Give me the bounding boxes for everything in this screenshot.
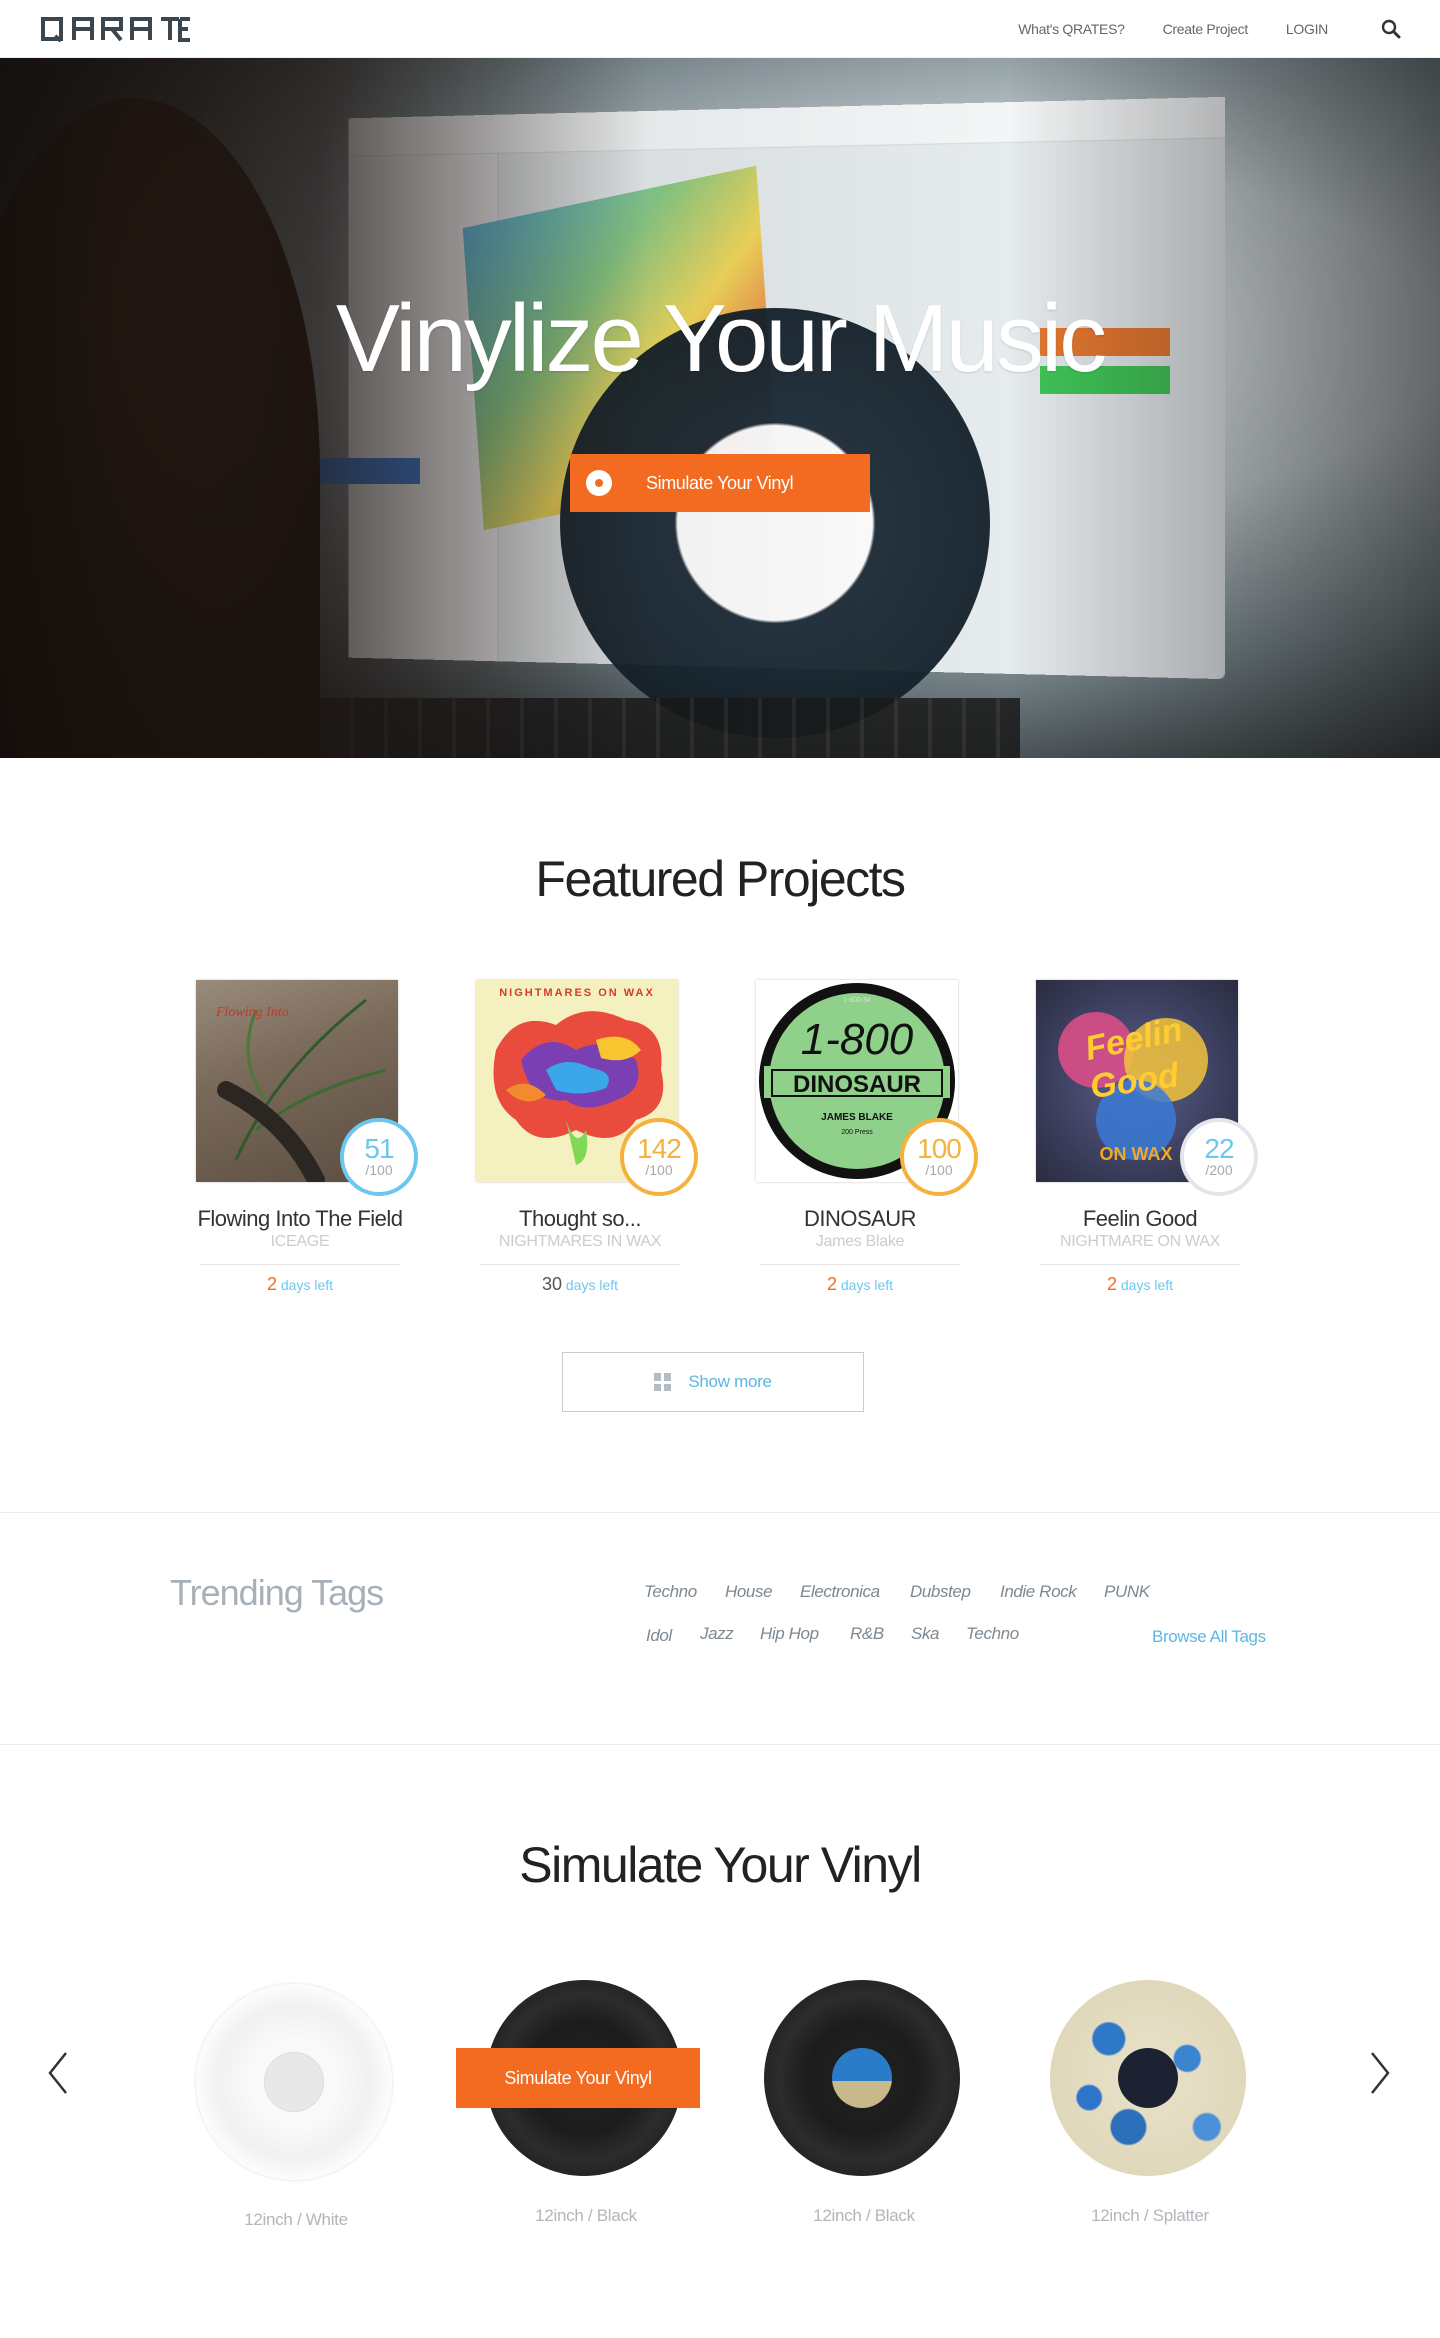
project-artist: James Blake <box>815 1233 905 1250</box>
preorder-counter: 142 /100 <box>620 1118 698 1196</box>
preorder-counter: 100 /100 <box>900 1118 978 1196</box>
divider <box>480 1264 680 1265</box>
days-left: 30 days left <box>420 1274 740 1295</box>
svg-text:DINOSAUR: DINOSAUR <box>793 1071 921 1098</box>
logo-mark <box>41 17 190 42</box>
days-left: 2 days left <box>140 1274 460 1295</box>
counter-total: /100 <box>925 1162 953 1178</box>
tag-link[interactable]: Electronica <box>800 1582 880 1602</box>
days-left-number: 2 <box>826 1274 837 1294</box>
tag-link[interactable]: Idol <box>646 1626 672 1646</box>
counter-value: 51 <box>364 1133 394 1164</box>
vinyl-caption: 12inch / White <box>244 2210 348 2229</box>
preorder-counter: 22 /200 <box>1180 1118 1258 1196</box>
tag-link[interactable]: PUNK <box>1104 1582 1150 1602</box>
days-left-label: days left <box>840 1277 894 1293</box>
days-left-number: 2 <box>1106 1274 1117 1294</box>
svg-text:1-800-84: 1-800-84 <box>843 997 871 1004</box>
hero-simulate-button[interactable]: Simulate Your Vinyl <box>570 454 870 512</box>
simulate-your-vinyl-button[interactable]: Simulate Your Vinyl <box>456 2048 700 2108</box>
days-left-label: days left <box>1120 1277 1174 1293</box>
project-artist: NIGHTMARES IN WAX <box>498 1233 662 1250</box>
project-title[interactable]: Feelin Good <box>980 1206 1300 1232</box>
tag-link[interactable]: Hip Hop <box>760 1624 819 1644</box>
tag-link[interactable]: Techno <box>644 1582 697 1602</box>
vinyl-carousel: 12inch / White 12inch / Black 12inch / B… <box>0 1980 1440 2240</box>
days-left-label: days left <box>280 1277 334 1293</box>
grid-icon <box>654 1373 672 1391</box>
divider <box>200 1264 400 1265</box>
show-more-button[interactable]: Show more <box>562 1352 864 1412</box>
vinyl-label <box>264 2052 324 2112</box>
counter-value: 100 <box>917 1133 962 1164</box>
days-left: 2 days left <box>700 1274 1020 1295</box>
show-more-label: Show more <box>688 1372 772 1391</box>
search-icon[interactable] <box>1380 18 1402 40</box>
tag-link[interactable]: Ska <box>911 1624 939 1644</box>
counter-total: /100 <box>645 1162 673 1178</box>
counter-total: /100 <box>365 1162 393 1178</box>
project-artist: ICEAGE <box>270 1233 330 1250</box>
section-divider <box>0 1744 1440 1745</box>
nav-create-project[interactable]: Create Project <box>1163 21 1249 37</box>
counter-value: 22 <box>1204 1133 1234 1164</box>
divider <box>1040 1264 1240 1265</box>
main-nav: What's QRATES? Create Project LOGIN <box>980 0 1328 58</box>
tag-link[interactable]: House <box>725 1582 773 1602</box>
nav-login[interactable]: LOGIN <box>1286 21 1328 37</box>
vinyl-icon <box>586 470 612 496</box>
counter-total: /200 <box>1205 1162 1233 1178</box>
tag-link[interactable]: R&B <box>850 1624 884 1644</box>
hero-banner: Vinylize Your Music Simulate Your Vinyl <box>0 58 1440 758</box>
tag-link[interactable]: Indie Rock <box>1000 1582 1077 1602</box>
svg-text:NIGHTMARES ON WAX: NIGHTMARES ON WAX <box>499 987 655 999</box>
preorder-counter: 51 /100 <box>340 1118 418 1196</box>
featured-projects-list: Flowing Into 51 /100 Flowing Into The Fi… <box>0 978 1440 1308</box>
project-title[interactable]: DINOSAUR <box>700 1206 1020 1232</box>
hero-title: Vinylize Your Music <box>335 285 1107 392</box>
vinyl-label <box>832 2048 892 2108</box>
tag-link[interactable]: Techno <box>966 1624 1019 1644</box>
trending-tags-title: Trending Tags <box>170 1572 384 1613</box>
days-left-label: days left <box>565 1277 619 1293</box>
vinyl-label <box>1118 2048 1178 2108</box>
svg-text:ON WAX: ON WAX <box>1099 1144 1172 1164</box>
tag-link[interactable]: Dubstep <box>910 1582 971 1602</box>
simulate-title: Simulate Your Vinyl <box>519 1837 922 1893</box>
section-divider <box>0 1512 1440 1513</box>
counter-value: 142 <box>637 1133 682 1164</box>
qrates-logo[interactable] <box>40 10 202 48</box>
featured-title: Featured Projects <box>535 851 906 907</box>
vinyl-caption: 12inch / Splatter <box>1091 2206 1209 2225</box>
days-left-number: 2 <box>266 1274 277 1294</box>
svg-text:JAMES BLAKE: JAMES BLAKE <box>821 1112 893 1123</box>
project-title[interactable]: Thought so... <box>420 1206 740 1232</box>
days-left: 2 days left <box>980 1274 1300 1295</box>
browse-all-tags-link[interactable]: Browse All Tags <box>1152 1627 1266 1647</box>
vinyl-caption: 12inch / Black <box>535 2206 637 2225</box>
hero-cta-label: Simulate Your Vinyl <box>646 472 794 493</box>
project-artist: NIGHTMARE ON WAX <box>1060 1233 1220 1250</box>
nav-whats-qrates[interactable]: What's QRATES? <box>1018 21 1125 37</box>
tag-link[interactable]: Jazz <box>700 1624 734 1644</box>
days-left-number: 30 <box>541 1274 562 1294</box>
project-title[interactable]: Flowing Into The Field <box>140 1206 460 1232</box>
svg-text:200 Press: 200 Press <box>841 1129 873 1136</box>
vinyl-caption: 12inch / Black <box>813 2206 915 2225</box>
divider <box>760 1264 960 1265</box>
site-header: What's QRATES? Create Project LOGIN <box>0 0 1440 58</box>
svg-text:1-800: 1-800 <box>801 1015 914 1064</box>
svg-text:Flowing Into: Flowing Into <box>215 1005 289 1020</box>
